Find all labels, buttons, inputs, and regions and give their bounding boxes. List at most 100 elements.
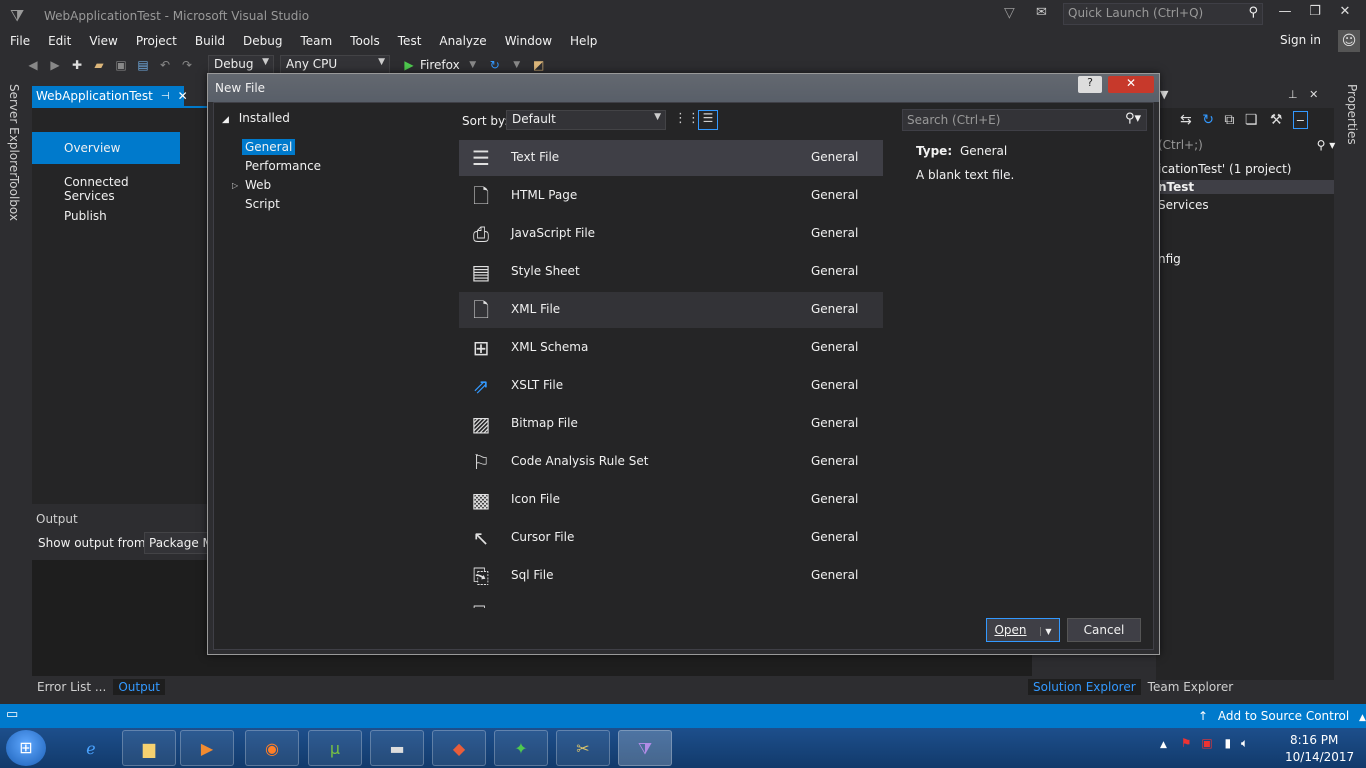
solution-explorer-search[interactable]: (Ctrl+;) ⚲ ▾ [1158,138,1335,152]
close-window-button[interactable]: ✕ [1330,4,1360,24]
pin-icon[interactable]: ⊥ [1288,88,1298,101]
template-row[interactable]: 🗋︎ XML File General [459,292,883,328]
clock-time[interactable]: 8:16 PM [1290,733,1338,747]
forward-icon[interactable]: ▶ [46,56,64,74]
template-row[interactable]: ⎙ JavaScript File General [459,216,883,252]
template-row[interactable]: ⚐ Code Analysis Rule Set General [459,444,883,480]
collapse-all-icon[interactable]: ⧉ [1224,112,1234,128]
solution-platform-dropdown[interactable]: Any CPU ▼ [280,55,390,75]
utorrent-icon[interactable]: µ [308,730,362,766]
save-icon[interactable]: ▣ [112,56,130,74]
graphics-app-icon[interactable]: ✦ [494,730,548,766]
tree-item-performance[interactable]: Performance [242,158,324,174]
sign-in-link[interactable]: Sign in [1280,33,1321,47]
copy-icon[interactable]: ❏ [1245,112,1258,128]
open-file-icon[interactable]: ▰ [90,56,108,74]
quick-launch-input[interactable]: Quick Launch (Ctrl+Q) ⚲ [1063,3,1263,25]
menu-tools[interactable]: Tools [340,30,388,52]
solution-configuration-dropdown[interactable]: Debug ▼ [208,55,274,75]
start-button[interactable]: ⊞ [6,730,46,766]
template-row[interactable]: ▨ Bitmap File General [459,406,883,442]
menu-build[interactable]: Build [185,30,233,52]
config-node[interactable]: nfig [1158,252,1181,266]
collapsed-triangle-icon[interactable]: ▷ [232,181,238,190]
refresh-browser-icon[interactable]: ↻ [486,56,504,74]
solution-node[interactable]: icationTest' (1 project) [1158,162,1291,176]
template-row[interactable]: 🗋︎ HTML Page General [459,178,883,214]
menu-analyze[interactable]: Analyze [429,30,494,52]
template-row[interactable]: ▤ Style Sheet General [459,254,883,290]
internet-explorer-icon[interactable]: ℯ [64,730,118,766]
properties-tab[interactable]: Properties [1345,84,1359,145]
show-output-from-dropdown[interactable]: Package Manager [144,532,214,554]
help-button[interactable]: ? [1078,76,1102,93]
dialog-close-button[interactable]: ✕ [1108,76,1154,93]
tab-error-list[interactable]: Error List ... [32,679,111,695]
connected-services-node[interactable]: Services [1158,198,1209,212]
visual-studio-taskbar-icon[interactable]: ⧩ [618,730,672,766]
firefox-icon[interactable]: ◉ [245,730,299,766]
template-row[interactable]: ⎘ Sql File General [459,558,883,594]
menu-help[interactable]: Help [560,30,605,52]
menu-file[interactable]: File [0,30,38,52]
action-center-icon[interactable]: ⚑ [1181,736,1192,750]
security-icon[interactable]: ▣ [1201,736,1212,750]
add-to-source-control-button[interactable]: ↑ Add to Source Control ▲ [1198,709,1366,723]
menu-view[interactable]: View [79,30,125,52]
preview-icon[interactable]: ⎯ [1292,111,1308,129]
tree-item-general[interactable]: General [242,139,296,155]
sort-by-dropdown[interactable]: Default ▼ [506,110,666,130]
redo-icon[interactable]: ↷ [178,56,196,74]
paint-app-icon[interactable]: ◆ [432,730,486,766]
undo-icon[interactable]: ↶ [156,56,174,74]
menu-debug[interactable]: Debug [233,30,290,52]
template-row[interactable]: ☰ Text File General [459,140,883,176]
menu-team[interactable]: Team [290,30,340,52]
tree-item-script[interactable]: Script [242,196,283,212]
start-debugging-icon[interactable]: ▶ [400,56,418,74]
chevron-down-icon[interactable]: ▼ [508,56,526,74]
tab-team-explorer[interactable]: Team Explorer [1143,679,1239,695]
document-tab-webapplicationtest[interactable]: WebApplicationTest ⊣ ✕ [32,86,188,106]
run-target-button[interactable]: Firefox [420,58,460,72]
template-row[interactable]: ⊞ XML Schema General [459,330,883,366]
account-icon[interactable]: ☺ [1338,30,1360,52]
template-row[interactable]: ⇗ XSLT File General [459,368,883,404]
notification-filter-icon[interactable]: ▽ [1004,5,1022,23]
close-icon[interactable]: ✕ [1309,88,1318,101]
small-icons-view-icon[interactable]: ⋮⋮ [674,111,700,129]
list-view-icon[interactable]: ☰ [698,110,718,130]
properties-icon[interactable]: ⚒ [1270,112,1283,128]
back-icon[interactable]: ◀ [24,56,42,74]
pin-icon[interactable]: ⊣ [161,91,170,102]
menu-project[interactable]: Project [126,30,185,52]
command-prompt-icon[interactable]: ▬ [370,730,424,766]
chevron-down-icon[interactable]: ▼ [1040,627,1052,636]
new-project-icon[interactable]: ✚ [68,56,86,74]
open-button[interactable]: Open ▼ [986,618,1060,642]
cancel-button[interactable]: Cancel [1067,618,1141,642]
chevron-down-icon[interactable]: ▼ [1160,88,1168,101]
nav-publish[interactable]: Publish [32,200,180,232]
chevron-down-icon[interactable]: ▼ [464,56,482,74]
nav-connected-services[interactable]: Connected Services [32,166,180,203]
browser-link-icon[interactable]: ◩ [530,56,548,74]
file-explorer-icon[interactable]: ▆ [122,730,176,766]
template-row[interactable]: ↖ Cursor File General [459,520,883,556]
network-icon[interactable]: ▮ [1225,736,1232,750]
save-all-icon[interactable]: ▤ [134,56,152,74]
minimize-button[interactable]: — [1270,4,1300,24]
maximize-button[interactable]: ❐ [1300,4,1330,24]
template-row[interactable]: ⎘ [459,596,883,608]
server-explorer-tab[interactable]: Server Explorer [7,84,21,177]
menu-test[interactable]: Test [388,30,430,52]
show-hidden-icons-icon[interactable]: ▲ [1160,740,1167,750]
feedback-icon[interactable]: ✉ [1036,5,1054,23]
close-icon[interactable]: ✕ [178,89,188,103]
volume-icon[interactable]: 🔈︎ [1241,736,1248,750]
template-row[interactable]: ▩ Icon File General [459,482,883,518]
clock-date[interactable]: 10/14/2017 [1285,750,1354,764]
tree-item-web[interactable]: Web [242,177,274,193]
refresh-icon[interactable]: ↻ [1202,112,1214,128]
menu-edit[interactable]: Edit [38,30,79,52]
